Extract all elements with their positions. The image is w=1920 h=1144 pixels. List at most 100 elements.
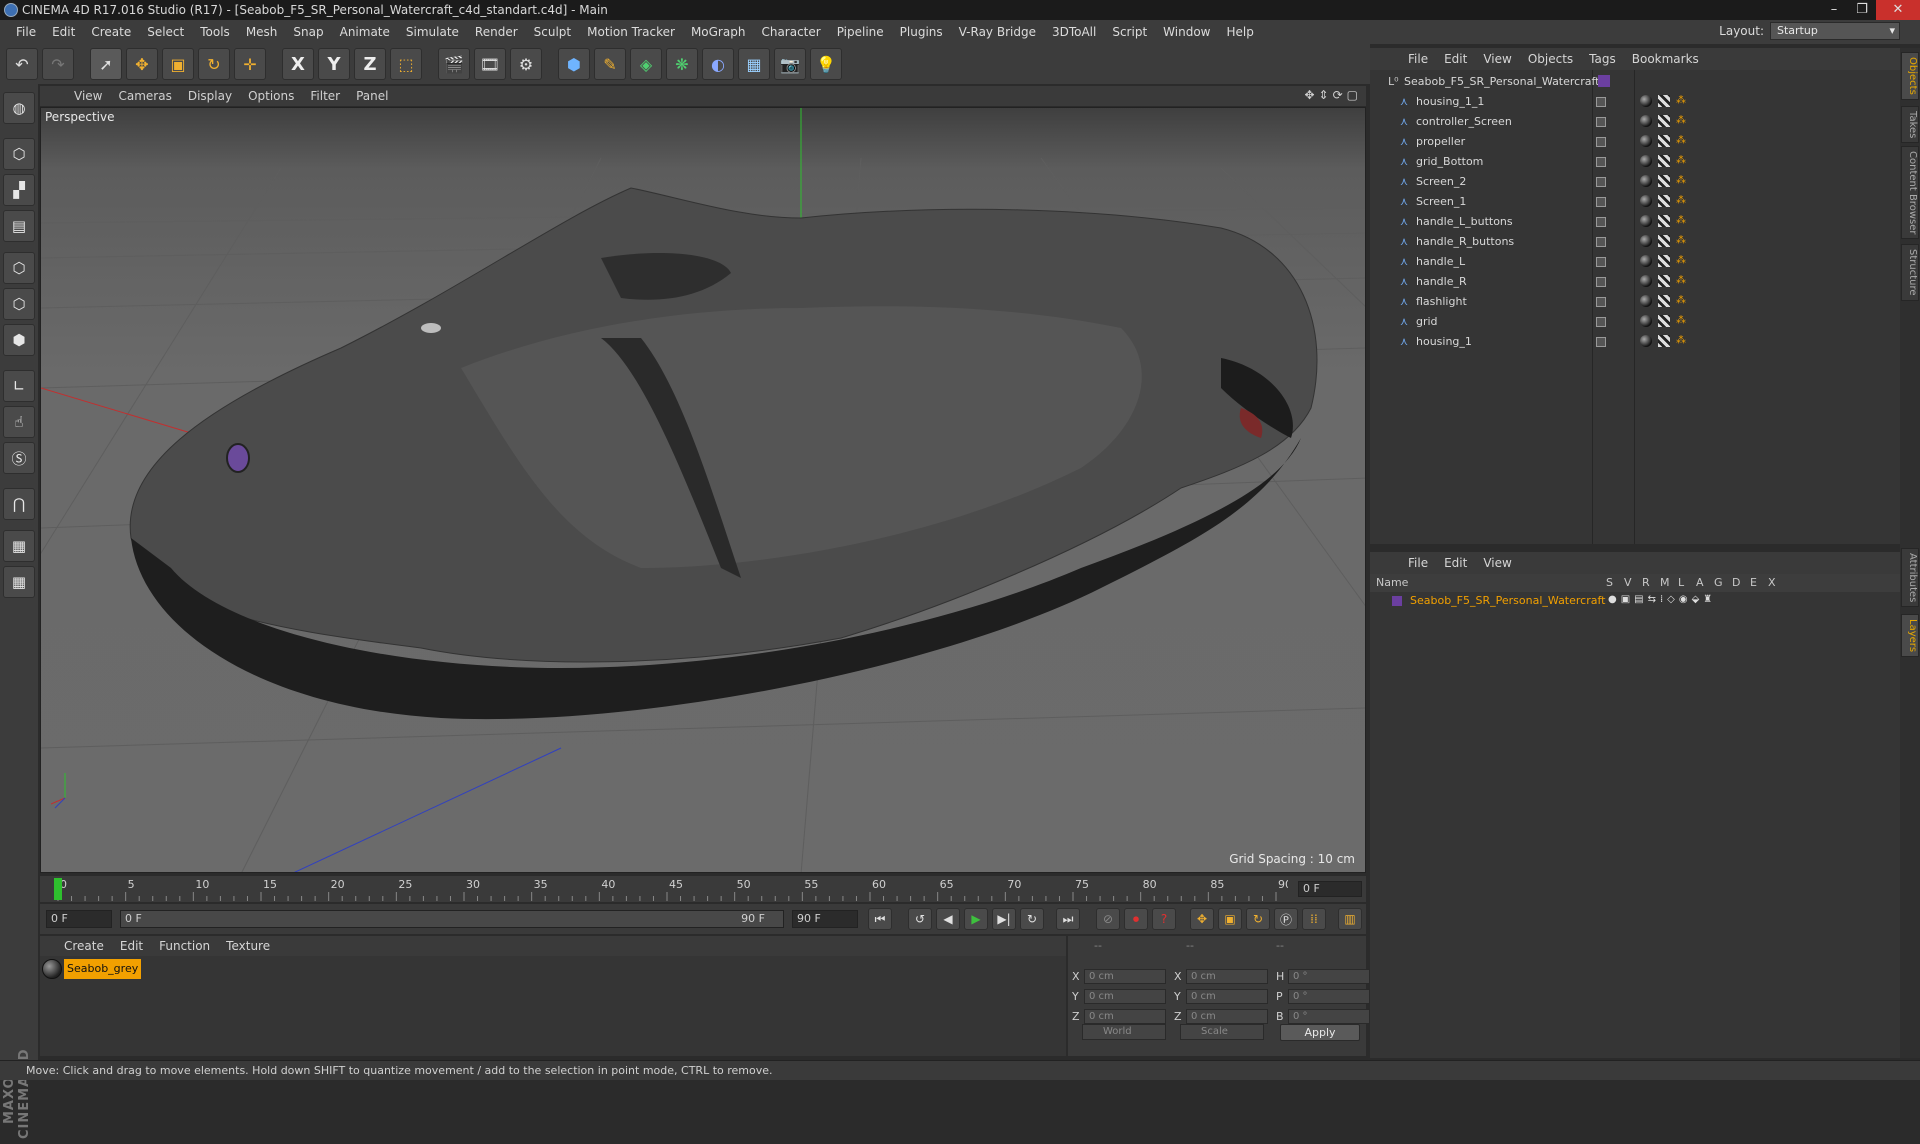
subdivision-icon[interactable]: ◈ xyxy=(630,48,662,80)
editor-visibility-icon[interactable] xyxy=(1596,217,1606,227)
menu-window[interactable]: Window xyxy=(1155,25,1218,39)
editor-visibility-icon[interactable] xyxy=(1596,97,1606,107)
render-picture-viewer-icon[interactable]: 🎞 xyxy=(474,48,506,80)
menu-file[interactable]: File xyxy=(8,25,44,39)
layer-column-header[interactable]: L xyxy=(1678,574,1684,592)
object-name[interactable]: handle_L_buttons xyxy=(1416,212,1513,232)
phong-tag-icon[interactable]: ⁂ xyxy=(1676,335,1688,347)
material-tag-icon[interactable] xyxy=(1640,235,1652,247)
texture-tag-icon[interactable] xyxy=(1658,195,1670,207)
material-menu-create[interactable]: Create xyxy=(56,939,112,953)
object-name[interactable]: handle_R xyxy=(1416,272,1467,292)
texture-tag-icon[interactable] xyxy=(1658,215,1670,227)
start-frame-field[interactable]: 0 F xyxy=(46,910,112,928)
viewport-rotate-icon[interactable]: ⟳ xyxy=(1333,88,1343,102)
editor-visibility-icon[interactable] xyxy=(1596,237,1606,247)
editor-visibility-icon[interactable] xyxy=(1596,277,1606,287)
texture-tag-icon[interactable] xyxy=(1658,275,1670,287)
menu-simulate[interactable]: Simulate xyxy=(398,25,467,39)
layer-name[interactable]: Seabob_F5_SR_Personal_Watercraft xyxy=(1410,592,1605,610)
viewport-menu-filter[interactable]: Filter xyxy=(302,89,348,103)
editor-visibility-icon[interactable] xyxy=(1596,297,1606,307)
om-menu-view[interactable]: View xyxy=(1475,52,1519,66)
object-row[interactable]: ⋏ handle_R_buttons ⁂ xyxy=(1370,232,1900,252)
material-name[interactable]: Seabob_grey xyxy=(64,959,142,979)
object-row[interactable]: ⋏ handle_L ⁂ xyxy=(1370,252,1900,272)
side-tab-attributes[interactable]: Attributes xyxy=(1901,548,1919,608)
end-frame-field[interactable]: 90 F xyxy=(792,910,858,928)
layout-select[interactable]: Startup xyxy=(1770,22,1900,40)
object-row-root[interactable]: L⁰ Seabob_F5_SR_Personal_Watercraft xyxy=(1370,72,1900,92)
layer-column-header[interactable]: Name xyxy=(1376,574,1408,592)
texture-tag-icon[interactable] xyxy=(1658,335,1670,347)
snap-icon[interactable]: ⋂ xyxy=(3,488,35,520)
texture-tag-icon[interactable] xyxy=(1658,255,1670,267)
menu-render[interactable]: Render xyxy=(467,25,526,39)
make-editable-icon[interactable]: ◍ xyxy=(3,92,35,124)
next-frame-icon[interactable]: ▶| xyxy=(992,908,1016,930)
side-tab-structure[interactable]: Structure xyxy=(1901,244,1919,301)
menu-select[interactable]: Select xyxy=(139,25,192,39)
editor-visibility-icon[interactable] xyxy=(1596,177,1606,187)
texture-tag-icon[interactable] xyxy=(1658,175,1670,187)
menu-vray-bridge[interactable]: V-Ray Bridge xyxy=(951,25,1044,39)
om-menu-tags[interactable]: Tags xyxy=(1581,52,1624,66)
coordinate-system-icon[interactable]: ⬚ xyxy=(390,48,422,80)
viewport-zoom-icon[interactable]: ⇕ xyxy=(1319,88,1329,102)
axis-y-button[interactable]: Y xyxy=(318,48,350,80)
phong-tag-icon[interactable]: ⁂ xyxy=(1676,95,1688,107)
texture-tag-icon[interactable] xyxy=(1658,155,1670,167)
menu-script[interactable]: Script xyxy=(1104,25,1155,39)
material-preview-icon[interactable] xyxy=(42,959,62,979)
polygons-mode-icon[interactable]: ⬢ xyxy=(3,324,35,356)
phong-tag-icon[interactable]: ⁂ xyxy=(1676,295,1688,307)
axis-x-button[interactable]: X xyxy=(282,48,314,80)
position-z-field[interactable]: 0 cm xyxy=(1084,1008,1166,1024)
frame-range-slider[interactable]: 0 F 90 F xyxy=(120,910,784,928)
close-button[interactable]: ✕ xyxy=(1876,0,1920,20)
viewport-menu-view[interactable]: View xyxy=(66,89,110,103)
phong-tag-icon[interactable]: ⁂ xyxy=(1676,275,1688,287)
menu-character[interactable]: Character xyxy=(753,25,828,39)
viewport-maximize-icon[interactable]: ▢ xyxy=(1347,88,1358,102)
key-scale-icon[interactable]: ▣ xyxy=(1218,908,1242,930)
layer-column-header[interactable]: G xyxy=(1714,574,1723,592)
transform-tool-icon[interactable]: ✛ xyxy=(234,48,266,80)
key-param-icon[interactable]: Ⓟ xyxy=(1274,908,1298,930)
editor-visibility-icon[interactable] xyxy=(1596,257,1606,267)
material-tag-icon[interactable] xyxy=(1640,215,1652,227)
material-menu-edit[interactable]: Edit xyxy=(112,939,151,953)
workplane-icon[interactable]: ▤ xyxy=(3,210,35,242)
menu-tools[interactable]: Tools xyxy=(192,25,238,39)
lm-menu-file[interactable]: File xyxy=(1400,556,1436,570)
layer-column-header[interactable]: E xyxy=(1750,574,1757,592)
side-tab-takes[interactable]: Takes xyxy=(1901,106,1919,144)
select-tool-icon[interactable]: ➚ xyxy=(90,48,122,80)
size-x-field[interactable]: 0 cm xyxy=(1186,968,1268,984)
material-menu-texture[interactable]: Texture xyxy=(218,939,278,953)
material-tag-icon[interactable] xyxy=(1640,195,1652,207)
object-row[interactable]: ⋏ propeller ⁂ xyxy=(1370,132,1900,152)
material-tag-icon[interactable] xyxy=(1640,135,1652,147)
play-icon[interactable]: ▶ xyxy=(964,908,988,930)
object-row[interactable]: ⋏ controller_Screen ⁂ xyxy=(1370,112,1900,132)
render-view-icon[interactable]: 🎬 xyxy=(438,48,470,80)
deformer-icon[interactable]: ◐ xyxy=(702,48,734,80)
material-tag-icon[interactable] xyxy=(1640,175,1652,187)
menu-motion-tracker[interactable]: Motion Tracker xyxy=(579,25,683,39)
viewport-menu-cameras[interactable]: Cameras xyxy=(110,89,179,103)
object-row[interactable]: ⋏ grid ⁂ xyxy=(1370,312,1900,332)
points-mode-icon[interactable]: ⬡ xyxy=(3,252,35,284)
object-row[interactable]: ⋏ handle_R ⁂ xyxy=(1370,272,1900,292)
prev-key-icon[interactable]: ↺ xyxy=(908,908,932,930)
object-name[interactable]: Screen_1 xyxy=(1416,192,1466,212)
object-name[interactable]: flashlight xyxy=(1416,292,1467,312)
viewport-menu-display[interactable]: Display xyxy=(180,89,240,103)
layer-column-header[interactable]: D xyxy=(1732,574,1740,592)
editor-visibility-icon[interactable] xyxy=(1596,317,1606,327)
maximize-button[interactable]: ❐ xyxy=(1848,0,1876,20)
model-mode-icon[interactable]: ⬡ xyxy=(3,138,35,170)
texture-tag-icon[interactable] xyxy=(1658,315,1670,327)
texture-tag-icon[interactable] xyxy=(1658,95,1670,107)
menu-pipeline[interactable]: Pipeline xyxy=(829,25,892,39)
